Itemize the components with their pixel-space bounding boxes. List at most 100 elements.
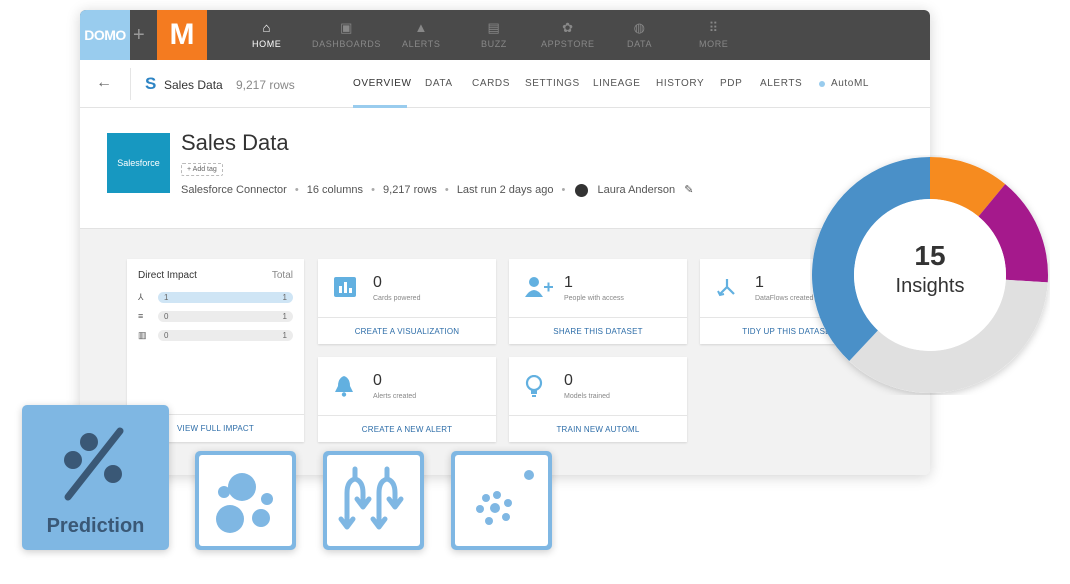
create-visualization-button[interactable]: CREATE A VISUALIZATION [318, 317, 496, 344]
add-tag-button[interactable]: + Add tag [181, 163, 223, 176]
dataflow-tile[interactable] [323, 451, 424, 550]
dataset-icon: S [145, 74, 157, 93]
chart-icon [334, 277, 356, 303]
database-icon: ◍ [633, 20, 646, 35]
nav-data[interactable]: ◍ DATA [627, 20, 652, 54]
tab-automl[interactable]: AutoML [831, 78, 869, 89]
impact-bar[interactable]: 0 1 [158, 310, 293, 322]
bell-icon [334, 375, 354, 403]
stat-label: People with access [564, 295, 624, 302]
back-arrow-icon[interactable]: ← [96, 74, 112, 92]
anomaly-tile[interactable] [451, 451, 552, 550]
dataflow-icon: ⅄ [138, 291, 144, 302]
stat-value: 1 [755, 274, 764, 291]
nav-label: DATA [627, 39, 653, 49]
bell-icon: ▲ [414, 20, 428, 35]
pencil-icon[interactable]: ✎ [684, 184, 693, 196]
impact-value: 0 [164, 311, 169, 321]
impact-total: 1 [282, 311, 287, 321]
home-icon: ⌂ [262, 20, 271, 35]
lightbulb-icon [525, 374, 543, 405]
nav-label: DASHBOARDS [312, 39, 382, 49]
tab-lineage[interactable]: LINEAGE [593, 78, 641, 89]
nav-label: BUZZ [481, 39, 507, 49]
nav-home[interactable]: ⌂ HOME [252, 20, 281, 54]
stat-value: 0 [373, 274, 382, 291]
salesforce-logo: Salesforce [107, 133, 170, 193]
nav-more[interactable]: ⠿ MORE [699, 20, 728, 54]
nav-dashboards[interactable]: ▣ DASHBOARDS [312, 20, 381, 54]
tab-cards[interactable]: CARDS [472, 78, 510, 89]
prediction-tile[interactable]: Prediction [22, 405, 169, 550]
meta-separator: • [561, 184, 566, 196]
stat-value: 1 [564, 274, 573, 291]
owner-name[interactable]: Laura Anderson [597, 184, 675, 196]
column-count: 16 columns [306, 184, 364, 196]
tab-overview[interactable]: OVERVIEW [353, 78, 412, 89]
impact-row: ▥ 0 1 [138, 329, 293, 341]
automl-dot-icon [819, 81, 825, 87]
dataset-name: Sales Data [164, 78, 223, 92]
stat-value: 0 [373, 372, 382, 389]
impact-value: 1 [164, 292, 169, 302]
overview-body: Direct Impact Total ⅄ 1 1 ≡ 0 1 ▥ 0 1 VI… [80, 228, 930, 475]
insights-label: Insights [895, 275, 965, 297]
prediction-label: Prediction [46, 515, 145, 537]
impact-bar[interactable]: 1 1 [158, 291, 293, 303]
models-card: 0 Models trained TRAIN NEW AUTOML [509, 357, 687, 442]
nav-alerts[interactable]: ▲ ALERTS [402, 20, 440, 54]
database-icon: ≡ [138, 311, 144, 321]
dataset-header: Salesforce Sales Data + Add tag Salesfor… [80, 108, 930, 228]
train-automl-button[interactable]: TRAIN NEW AUTOML [509, 415, 687, 442]
domo-logo[interactable]: DOMO [80, 10, 130, 60]
nav-label: ALERTS [402, 39, 441, 49]
cards-powered-card: 0 Cards powered CREATE A VISUALIZATION [318, 259, 496, 344]
impact-row: ⅄ 1 1 [138, 291, 293, 303]
grid-icon: ⠿ [708, 20, 719, 35]
card-icon: ▥ [138, 329, 147, 340]
meta-separator: • [371, 184, 375, 196]
nav-buzz[interactable]: ▤ BUZZ [481, 20, 507, 54]
insights-donut[interactable]: 15 Insights [810, 155, 1050, 395]
nav-label: MORE [699, 39, 729, 49]
connector-name: Salesforce Connector [181, 184, 287, 196]
insights-count: 15 [914, 240, 946, 271]
people-access-card: 1 People with access SHARE THIS DATASET [509, 259, 687, 344]
stat-label: Alerts created [373, 393, 417, 400]
impact-row: ≡ 0 1 [138, 310, 293, 322]
tab-pdp[interactable]: PDP [720, 78, 742, 89]
share-dataset-button[interactable]: SHARE THIS DATASET [509, 317, 687, 344]
impact-total: 1 [282, 330, 287, 340]
dataset-row-count: 9,217 rows [236, 78, 295, 92]
domo-window: DOMO + M ⌂ HOME ▣ DASHBOARDS ▲ ALERTS ▤ … [80, 10, 930, 475]
dataset-subbar: ← S Sales Data 9,217 rows OVERVIEW DATA … [80, 60, 930, 108]
tile-inner [199, 455, 292, 546]
nav-appstore[interactable]: ✿ APPSTORE [541, 20, 595, 54]
tab-history[interactable]: HISTORY [656, 78, 704, 89]
row-count: 9,217 rows [383, 184, 437, 196]
nav-label: APPSTORE [541, 39, 595, 49]
meta-separator: • [444, 184, 449, 196]
impact-title: Direct Impact [138, 270, 197, 281]
m-logo[interactable]: M [157, 10, 207, 60]
scatter-dots-icon [476, 470, 534, 525]
nav-label: HOME [252, 39, 282, 49]
divider [130, 68, 131, 100]
tab-data[interactable]: DATA [425, 78, 453, 89]
chat-icon: ▤ [487, 20, 501, 35]
tile-inner [455, 455, 548, 546]
impact-bar[interactable]: 0 1 [158, 329, 293, 341]
alerts-card: 0 Alerts created CREATE A NEW ALERT [318, 357, 496, 442]
stat-label: Cards powered [373, 295, 421, 302]
plus-separator: + [133, 24, 145, 46]
create-alert-button[interactable]: CREATE A NEW ALERT [318, 415, 496, 442]
split-arrows-icon [338, 466, 404, 530]
add-user-icon [525, 277, 553, 303]
clustering-tile[interactable] [195, 451, 296, 550]
tab-alerts[interactable]: ALERTS [760, 78, 802, 89]
stat-value: 0 [564, 372, 573, 389]
avatar[interactable] [575, 183, 589, 197]
meta-separator: • [294, 184, 299, 196]
tab-settings[interactable]: SETTINGS [525, 78, 580, 89]
dataset-meta: Salesforce Connector • 16 columns • 9,21… [181, 183, 693, 197]
